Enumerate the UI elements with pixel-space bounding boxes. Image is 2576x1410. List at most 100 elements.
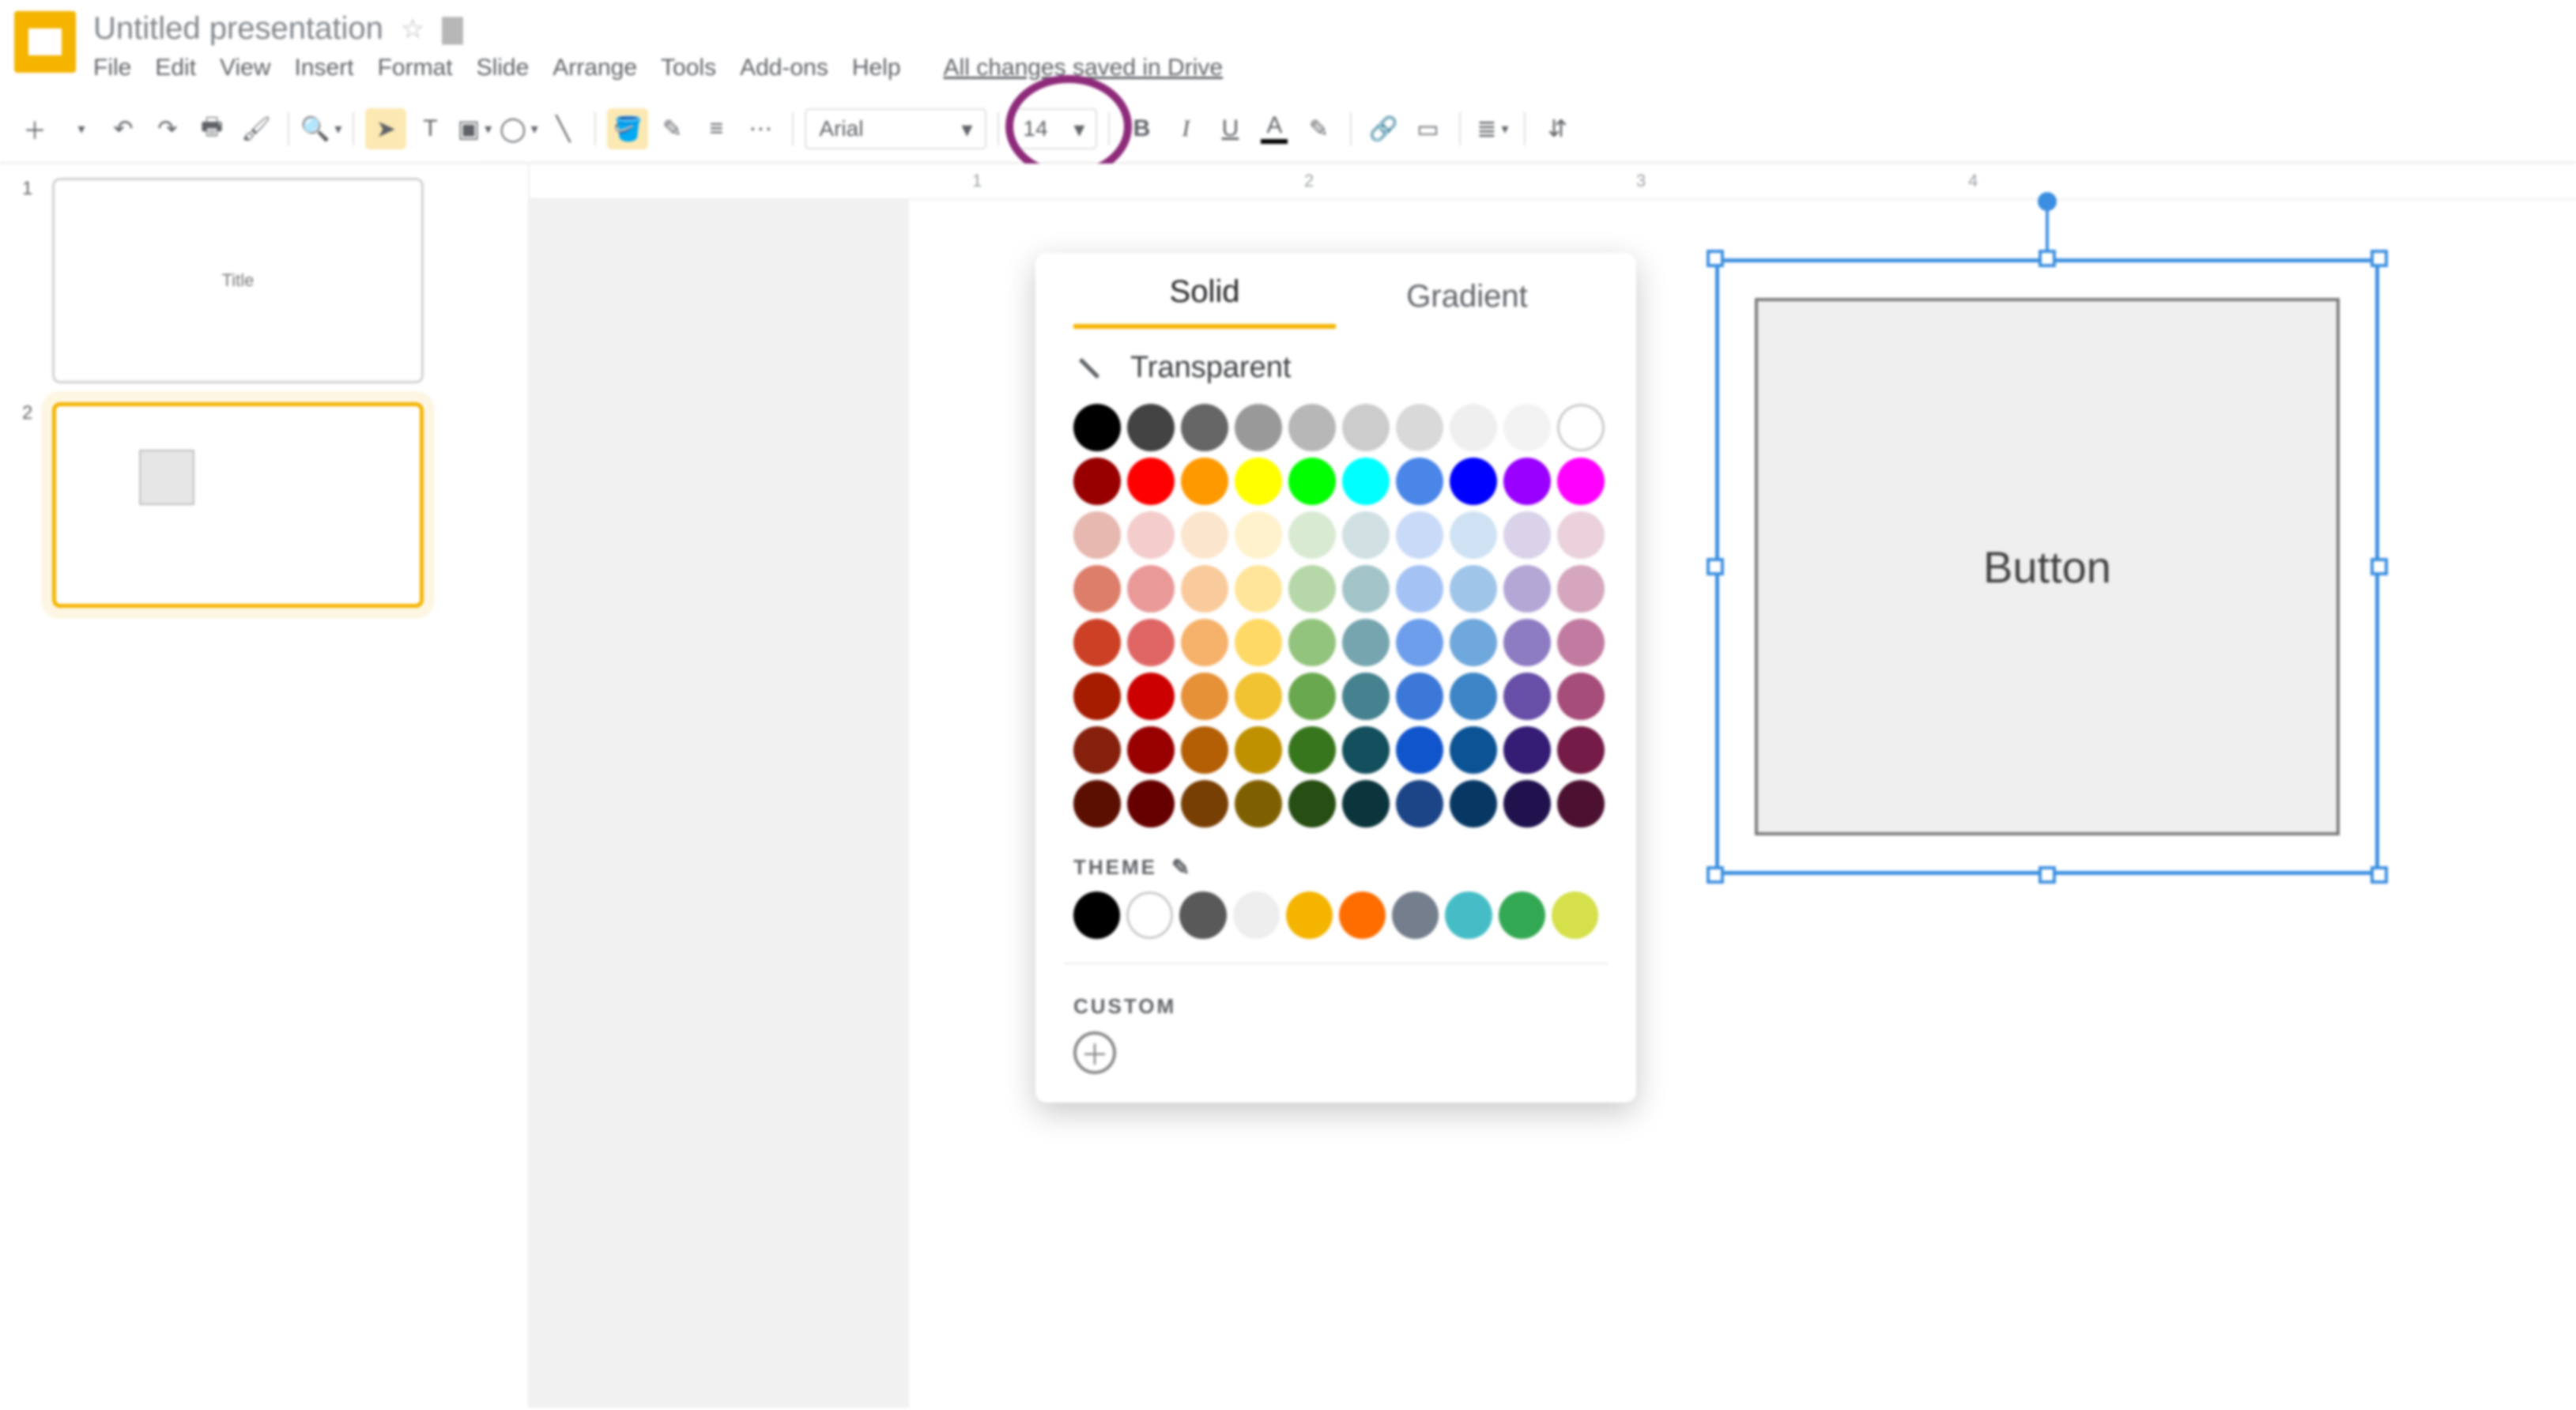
color-swatch[interactable] <box>1235 511 1282 559</box>
color-swatch[interactable] <box>1235 726 1282 774</box>
color-swatch[interactable] <box>1450 780 1497 828</box>
color-swatch[interactable] <box>1503 780 1551 828</box>
color-swatch[interactable] <box>1557 619 1605 666</box>
color-swatch[interactable] <box>1288 458 1336 505</box>
color-swatch[interactable] <box>1396 458 1443 505</box>
color-swatch[interactable] <box>1503 404 1551 451</box>
color-swatch[interactable] <box>1073 565 1121 613</box>
color-swatch[interactable] <box>1073 780 1121 828</box>
fill-color-button[interactable]: 🪣 <box>607 108 648 149</box>
color-swatch[interactable] <box>1127 619 1175 666</box>
color-swatch[interactable] <box>1342 404 1390 451</box>
color-swatch[interactable] <box>1450 511 1497 559</box>
color-swatch[interactable] <box>1503 565 1551 613</box>
color-swatch[interactable] <box>1450 726 1497 774</box>
drive-status[interactable]: All changes saved in Drive <box>944 55 1224 81</box>
color-swatch[interactable] <box>1396 404 1443 451</box>
color-swatch[interactable] <box>1073 458 1121 505</box>
color-swatch[interactable] <box>1181 619 1228 666</box>
color-swatch[interactable] <box>1557 458 1605 505</box>
menu-slide[interactable]: Slide <box>477 55 530 81</box>
new-slide-dropdown[interactable] <box>58 108 100 149</box>
color-swatch[interactable] <box>1450 673 1497 720</box>
theme-color-swatch[interactable] <box>1073 892 1120 939</box>
color-swatch[interactable] <box>1288 511 1336 559</box>
menu-tools[interactable]: Tools <box>661 55 716 81</box>
insert-link-button[interactable]: 🔗 <box>1363 108 1404 149</box>
theme-color-swatch[interactable] <box>1552 892 1598 939</box>
color-swatch[interactable] <box>1503 511 1551 559</box>
color-swatch[interactable] <box>1503 619 1551 666</box>
text-color-button[interactable]: A <box>1254 108 1295 149</box>
resize-handle-tl[interactable] <box>1707 250 1724 267</box>
color-swatch[interactable] <box>1288 726 1336 774</box>
color-swatch[interactable] <box>1342 565 1390 613</box>
app-logo-icon[interactable] <box>14 11 76 73</box>
menu-format[interactable]: Format <box>378 55 453 81</box>
color-swatch[interactable] <box>1181 673 1228 720</box>
color-swatch[interactable] <box>1396 780 1443 828</box>
color-swatch[interactable] <box>1557 565 1605 613</box>
edit-theme-icon[interactable]: ✎ <box>1171 854 1192 880</box>
color-swatch[interactable] <box>1127 780 1175 828</box>
resize-handle-br[interactable] <box>2370 866 2388 884</box>
color-swatch[interactable] <box>1557 673 1605 720</box>
color-swatch[interactable] <box>1557 404 1605 451</box>
menu-file[interactable]: File <box>93 55 131 81</box>
textbox-button[interactable]: T <box>409 108 451 149</box>
select-tool-button[interactable]: ➤ <box>365 108 406 149</box>
theme-color-swatch[interactable] <box>1445 892 1492 939</box>
color-swatch[interactable] <box>1073 404 1121 451</box>
theme-color-swatch[interactable] <box>1179 892 1226 939</box>
color-swatch[interactable] <box>1288 565 1336 613</box>
slide-thumb-1[interactable]: 1 Title <box>22 178 460 383</box>
color-swatch[interactable] <box>1342 619 1390 666</box>
color-swatch[interactable] <box>1073 726 1121 774</box>
color-swatch[interactable] <box>1073 511 1121 559</box>
redo-button[interactable]: ↷ <box>147 108 188 149</box>
resize-handle-t[interactable] <box>2039 250 2056 267</box>
color-swatch[interactable] <box>1288 780 1336 828</box>
theme-color-swatch[interactable] <box>1392 892 1439 939</box>
align-button[interactable]: ≣ <box>1472 108 1513 149</box>
image-button[interactable]: ▣ <box>454 108 495 149</box>
color-swatch[interactable] <box>1557 780 1605 828</box>
highlight-color-button[interactable]: ✎ <box>1298 108 1339 149</box>
resize-handle-r[interactable] <box>2370 558 2388 575</box>
color-swatch[interactable] <box>1073 673 1121 720</box>
color-swatch[interactable] <box>1127 565 1175 613</box>
theme-color-swatch[interactable] <box>1233 892 1280 939</box>
color-swatch[interactable] <box>1342 673 1390 720</box>
tab-solid[interactable]: Solid <box>1073 274 1336 329</box>
theme-color-swatch[interactable] <box>1499 892 1545 939</box>
border-color-button[interactable]: ✎ <box>651 108 692 149</box>
color-swatch[interactable] <box>1127 458 1175 505</box>
color-swatch[interactable] <box>1235 404 1282 451</box>
print-button[interactable]: 🖶 <box>191 108 232 149</box>
shape-rect[interactable]: Button <box>1755 298 2340 835</box>
color-swatch[interactable] <box>1181 511 1228 559</box>
color-swatch[interactable] <box>1557 511 1605 559</box>
bold-button[interactable]: B <box>1121 108 1162 149</box>
color-swatch[interactable] <box>1235 619 1282 666</box>
menu-view[interactable]: View <box>220 55 270 81</box>
selected-shape[interactable]: Button <box>1715 227 2379 875</box>
resize-handle-tr[interactable] <box>2370 250 2388 267</box>
color-swatch[interactable] <box>1288 673 1336 720</box>
zoom-dropdown[interactable]: 🔍 <box>300 108 341 149</box>
color-swatch[interactable] <box>1396 673 1443 720</box>
add-custom-color-button[interactable]: ＋ <box>1073 1031 1116 1074</box>
color-swatch[interactable] <box>1235 565 1282 613</box>
font-family-select[interactable]: Arial▾ <box>805 108 986 149</box>
color-swatch[interactable] <box>1288 619 1336 666</box>
font-size-select[interactable]: 14▾ <box>1010 108 1097 149</box>
color-swatch[interactable] <box>1181 404 1228 451</box>
line-button[interactable]: ╲ <box>542 108 583 149</box>
resize-handle-b[interactable] <box>2039 866 2056 884</box>
new-slide-button[interactable]: ＋ <box>14 108 55 149</box>
theme-color-swatch[interactable] <box>1339 892 1386 939</box>
resize-handle-l[interactable] <box>1707 558 1724 575</box>
theme-color-swatch[interactable] <box>1286 892 1333 939</box>
color-swatch[interactable] <box>1181 565 1228 613</box>
color-swatch[interactable] <box>1235 458 1282 505</box>
